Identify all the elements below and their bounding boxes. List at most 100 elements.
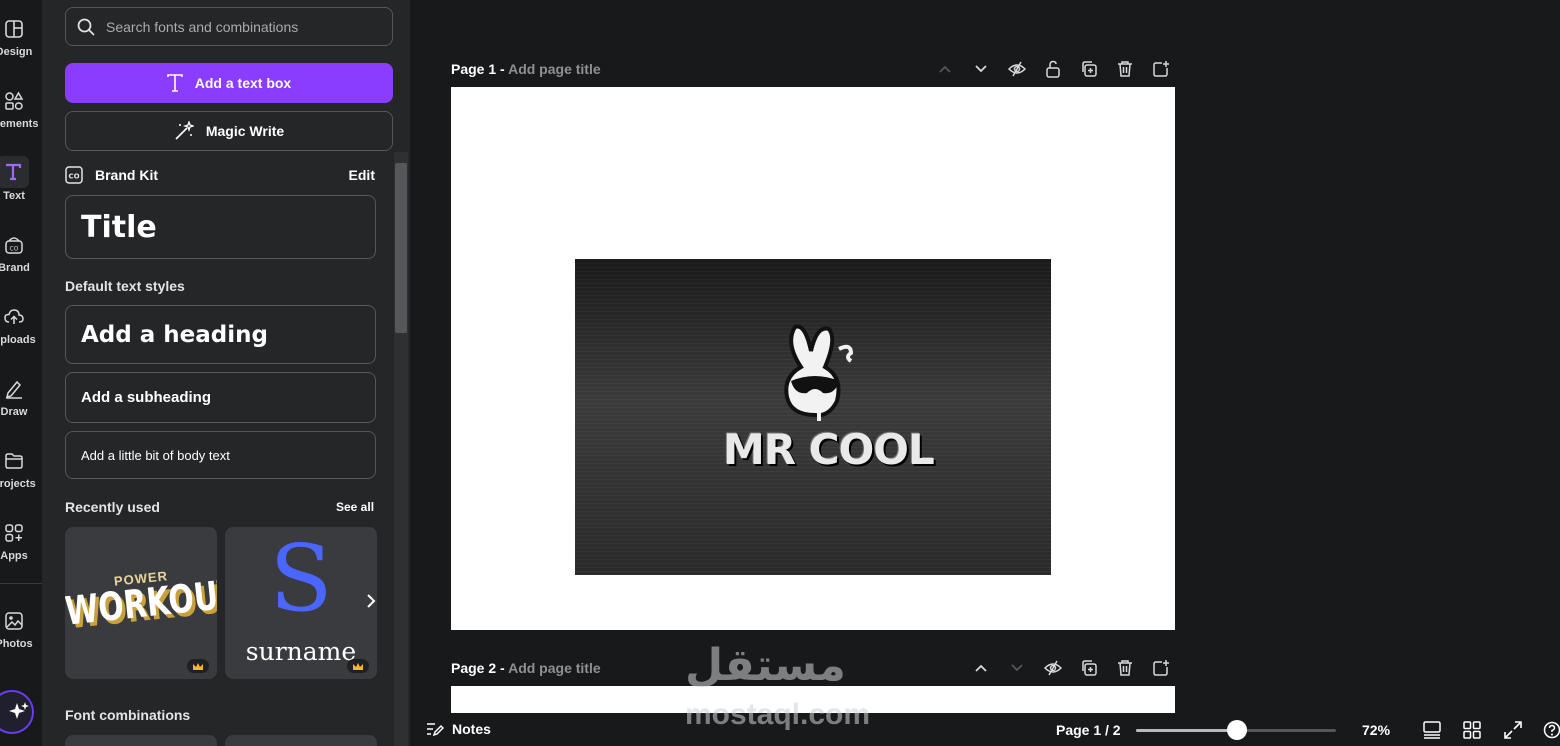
brand-title-style[interactable]: Title — [65, 195, 376, 259]
rail-item-apps[interactable]: Apps — [0, 518, 42, 582]
move-page-down-button[interactable] — [999, 658, 1035, 678]
search-placeholder: Search fonts and combinations — [106, 18, 299, 35]
duplicate-page-button[interactable] — [1071, 658, 1107, 678]
bottom-bar: Notes Page 1 / 2 72% — [410, 713, 1560, 746]
add-page-button[interactable] — [1143, 59, 1179, 79]
subheading-style[interactable]: Add a subheading — [65, 372, 376, 423]
add-page-icon — [1153, 61, 1169, 77]
add-page-button[interactable] — [1143, 658, 1179, 678]
chevron-right-icon — [367, 594, 376, 608]
magic-write-label: Magic Write — [205, 123, 285, 139]
text-icon — [166, 74, 183, 92]
rail-item-uploads[interactable]: Uploads — [0, 302, 42, 366]
duplicate-page-button[interactable] — [1071, 59, 1107, 79]
editor-workspace: Page 1 - Add page title MR COOL Page 2 -… — [410, 0, 1560, 746]
body-text-style[interactable]: Add a little bit of body text — [65, 431, 376, 479]
zoom-slider-fill — [1136, 729, 1238, 732]
page-view-icon — [1423, 721, 1441, 739]
rail-label: Projects — [0, 478, 36, 490]
rail-label: Brand — [0, 262, 30, 274]
lock-page-button[interactable] — [1035, 59, 1071, 79]
text-icon — [0, 156, 29, 188]
brand-kit-edit-link[interactable]: Edit — [349, 167, 375, 183]
page-2-title[interactable]: Page 2 - Add page title — [451, 660, 601, 676]
image-icon — [3, 610, 25, 632]
move-page-up-button[interactable] — [927, 59, 963, 79]
zoom-level-button[interactable]: 72% — [1362, 722, 1390, 738]
recent-font-surname[interactable]: S surname — [225, 527, 377, 679]
mr-cool-logo-image[interactable]: MR COOL — [575, 259, 1051, 575]
pen-icon — [3, 378, 25, 400]
carousel-next-button[interactable] — [364, 593, 378, 614]
text-panel: Search fonts and combinations Add a text… — [42, 0, 410, 746]
panel-scrollbar-thumb[interactable] — [395, 163, 407, 333]
recently-used-heading: Recently used — [65, 499, 160, 515]
delete-page-button[interactable] — [1107, 658, 1143, 678]
left-rail: Design Elements Text CO Brand Uploads — [0, 0, 42, 746]
help-icon — [1543, 721, 1560, 739]
rail-label: Apps — [0, 550, 28, 562]
rail-label: Elements — [0, 118, 39, 130]
rail-label: Design — [0, 46, 33, 58]
recent-font-workout[interactable]: POWER WORKOUT — [65, 527, 217, 679]
rail-item-text[interactable]: Text — [0, 156, 42, 222]
chevron-down-icon — [1011, 664, 1023, 672]
font-combination-card[interactable] — [225, 735, 377, 746]
subheading-text: Add a subheading — [81, 389, 212, 406]
crown-icon — [353, 662, 363, 670]
rail-label: Uploads — [0, 334, 36, 346]
heading-style[interactable]: Add a heading — [65, 305, 376, 364]
page-view-button[interactable] — [1422, 721, 1442, 744]
rail-item-design[interactable]: Design — [0, 14, 42, 78]
add-text-box-button[interactable]: Add a text box — [65, 63, 393, 103]
rail-item-projects[interactable]: Projects — [0, 446, 42, 510]
help-button[interactable] — [1543, 721, 1560, 744]
apps-icon — [3, 522, 25, 544]
trash-icon — [1118, 660, 1132, 676]
grid-view-button[interactable] — [1463, 721, 1481, 744]
recent-font-letter: S — [269, 527, 333, 632]
page-2-label: Page 2 - — [451, 660, 505, 676]
brand-title-text: Title — [81, 209, 157, 245]
grid-view-icon — [1463, 721, 1481, 739]
page-count-button[interactable]: Page 1 / 2 — [1056, 722, 1121, 738]
body-text: Add a little bit of body text — [81, 447, 230, 463]
magic-write-button[interactable]: Magic Write — [65, 111, 393, 151]
watermark: مستقل mostaql.com — [685, 640, 875, 731]
rail-item-brand[interactable]: CO Brand — [0, 230, 42, 294]
rail-item-elements[interactable]: Elements — [0, 86, 42, 150]
brand-kit-title: Brand Kit — [95, 167, 158, 183]
chevron-down-icon — [975, 65, 987, 73]
page-1-canvas[interactable]: MR COOL — [451, 87, 1175, 630]
watermark-arabic: مستقل — [685, 640, 846, 691]
page-2-title-placeholder[interactable]: Add page title — [508, 660, 601, 676]
heading-text: Add a heading — [81, 321, 268, 348]
zoom-slider-handle[interactable] — [1227, 720, 1247, 740]
default-styles-heading: Default text styles — [65, 278, 185, 294]
rail-divider — [0, 583, 42, 584]
see-all-link[interactable]: See all — [336, 500, 374, 514]
brand-icon: CO — [3, 234, 25, 256]
search-input[interactable]: Search fonts and combinations — [65, 7, 393, 46]
move-page-down-button[interactable] — [963, 59, 999, 79]
fullscreen-button[interactable] — [1504, 721, 1522, 744]
notes-button[interactable]: Notes — [426, 721, 491, 737]
delete-page-button[interactable] — [1107, 59, 1143, 79]
rail-item-photos[interactable]: Photos — [0, 606, 42, 670]
notes-icon — [427, 723, 444, 737]
hide-page-button[interactable] — [1035, 658, 1071, 678]
hide-page-button[interactable] — [999, 59, 1035, 79]
rail-item-draw[interactable]: Draw — [0, 374, 42, 438]
app-root: Design Elements Text CO Brand Uploads — [0, 0, 1560, 746]
lock-icon — [1046, 60, 1060, 78]
add-page-icon — [1153, 660, 1169, 676]
svg-text:CO: CO — [68, 173, 79, 181]
font-combinations-heading: Font combinations — [65, 707, 191, 723]
magic-assistant-button[interactable] — [0, 690, 34, 734]
page-1-title[interactable]: Page 1 - Add page title — [451, 61, 601, 77]
brand-kit-header: CO Brand Kit Edit — [65, 164, 375, 186]
eye-slash-icon — [1007, 61, 1027, 77]
move-page-up-button[interactable] — [963, 658, 999, 678]
font-combination-card[interactable] — [65, 735, 217, 746]
page-1-title-placeholder[interactable]: Add page title — [508, 61, 601, 77]
